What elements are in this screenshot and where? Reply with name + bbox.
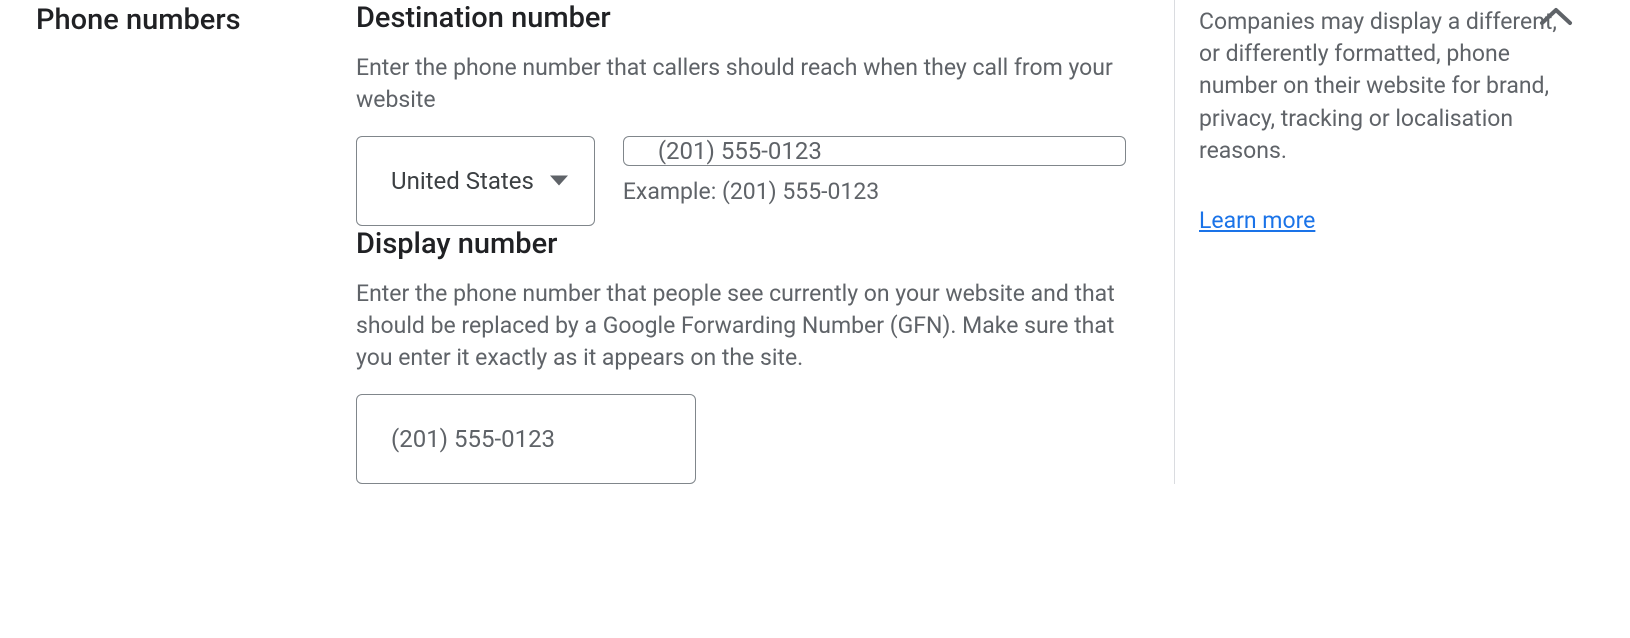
- display-phone-input[interactable]: [356, 394, 696, 484]
- display-heading: Display number: [356, 226, 1126, 264]
- learn-more-link[interactable]: Learn more: [1199, 207, 1315, 234]
- section-title: Phone numbers: [36, 0, 356, 40]
- caret-down-icon: [550, 172, 568, 191]
- vertical-divider: [1174, 0, 1175, 484]
- display-section: Display number Enter the phone number th…: [356, 226, 1126, 484]
- tip-text: Companies may display a different, or di…: [1199, 6, 1559, 167]
- destination-phone-input[interactable]: [623, 136, 1126, 166]
- country-select-value: United States: [391, 167, 534, 195]
- destination-section: Destination number Enter the phone numbe…: [356, 0, 1126, 226]
- destination-heading: Destination number: [356, 0, 1126, 38]
- chevron-up-icon: [1538, 6, 1574, 28]
- destination-description: Enter the phone number that callers shou…: [356, 52, 1126, 116]
- collapse-button[interactable]: [1538, 6, 1574, 32]
- destination-example-label: Example: (201) 555-0123: [623, 178, 1126, 205]
- display-description: Enter the phone number that people see c…: [356, 278, 1126, 375]
- country-select[interactable]: United States: [356, 136, 595, 226]
